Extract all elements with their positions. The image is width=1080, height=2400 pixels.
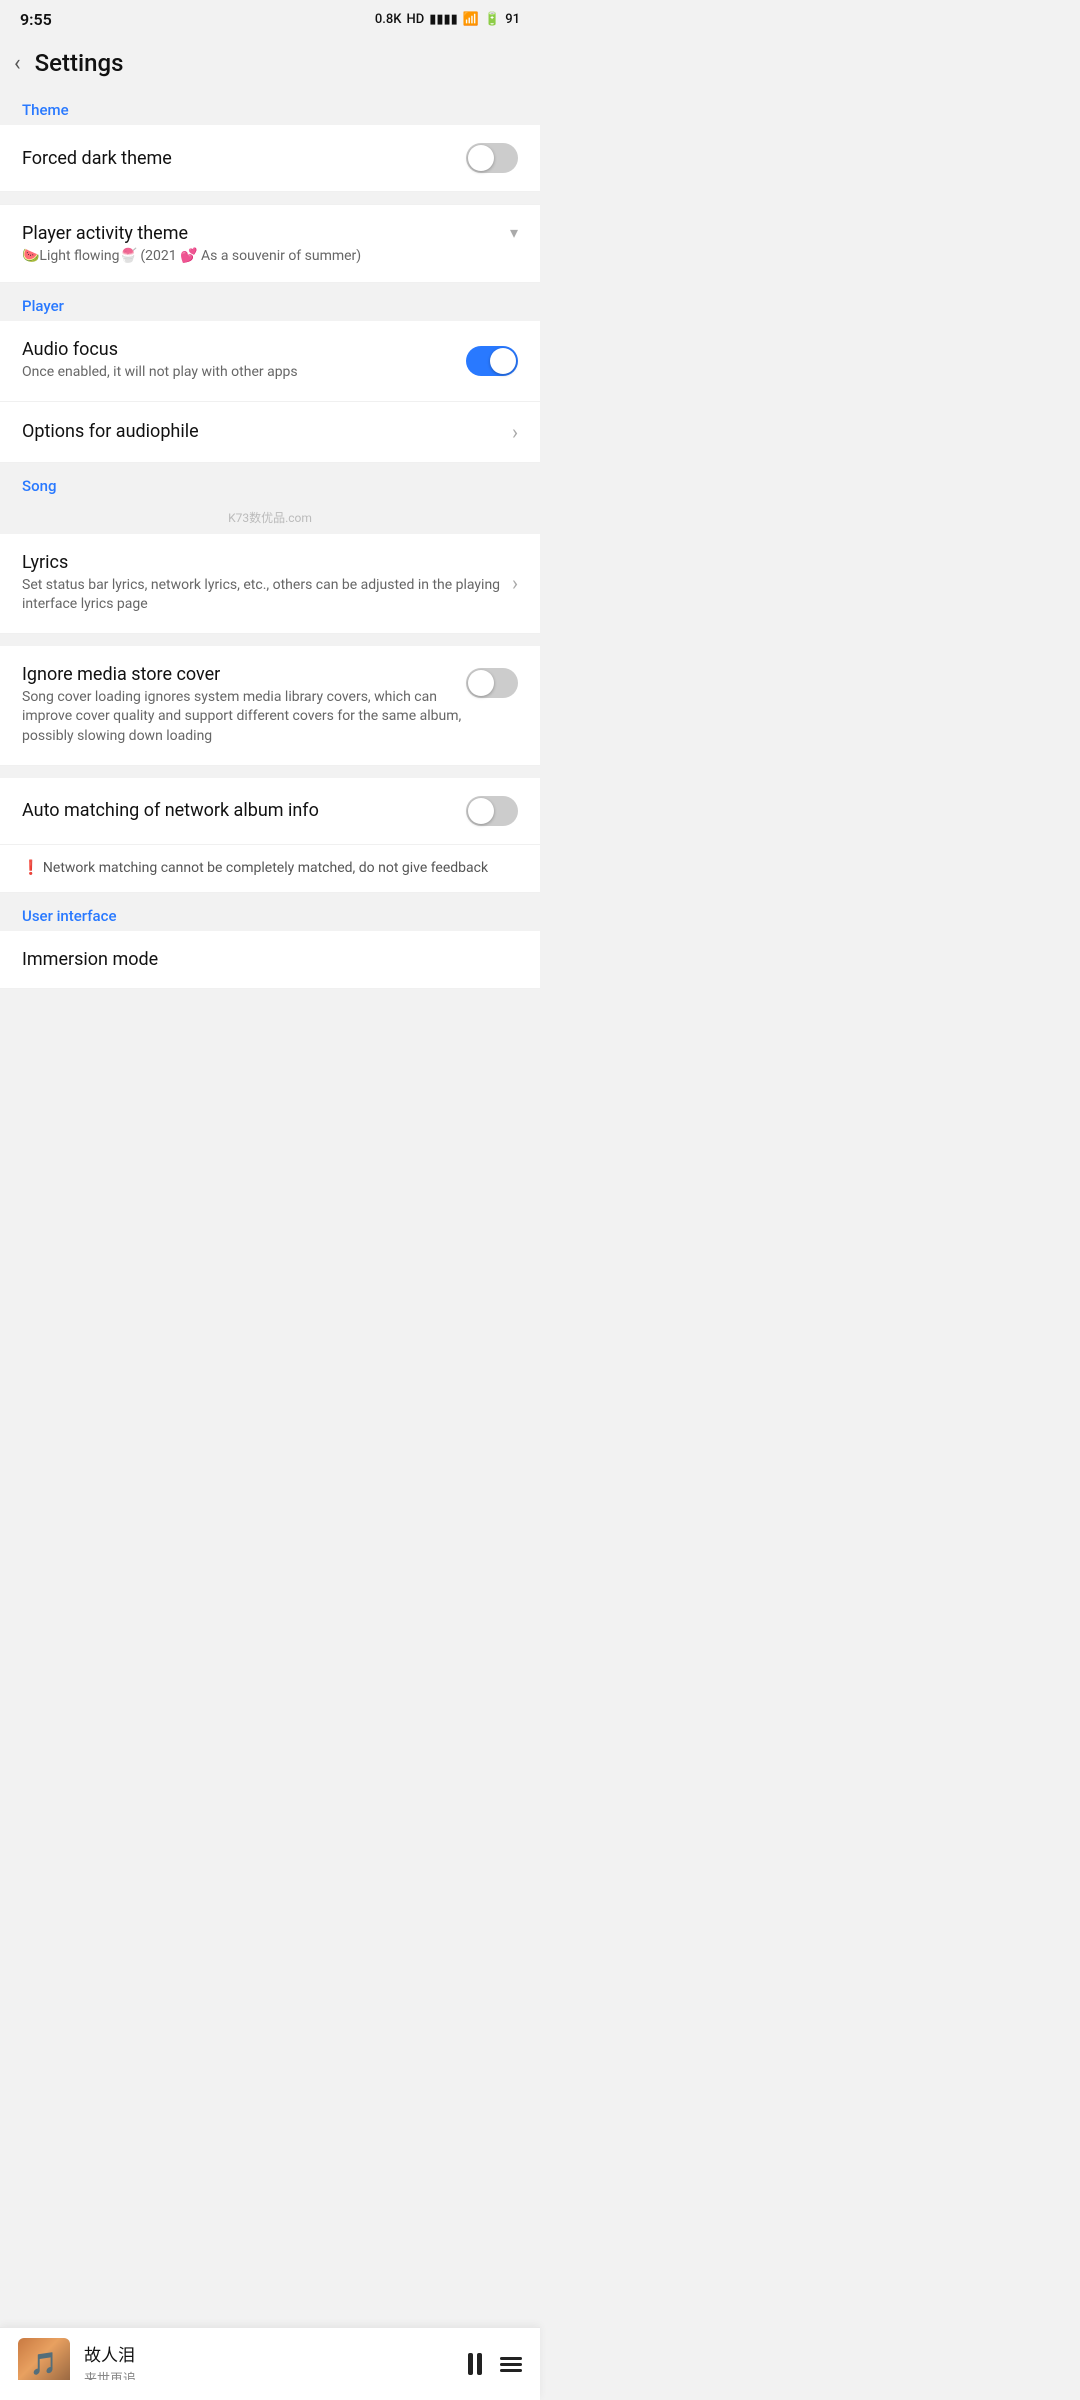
ignore-media-toggle[interactable] bbox=[466, 668, 518, 698]
player-activity-theme-subtitle: 🍉Light flowing🍧 (2021 💕 As a souvenir of… bbox=[22, 248, 504, 264]
list-bar-1 bbox=[500, 2357, 522, 2360]
watermark: K73数优品.com bbox=[0, 501, 540, 534]
divider-1 bbox=[0, 192, 540, 204]
audio-focus-row[interactable]: Audio focus Once enabled, it will not pl… bbox=[0, 321, 540, 402]
auto-matching-content: Auto matching of network album info bbox=[22, 800, 466, 821]
lyrics-subtitle: Set status bar lyrics, network lyrics, e… bbox=[22, 576, 512, 615]
toggle-knob-media bbox=[468, 670, 494, 696]
immersion-mode-title: Immersion mode bbox=[22, 949, 518, 970]
lyrics-row[interactable]: Lyrics Set status bar lyrics, network ly… bbox=[0, 534, 540, 634]
wifi-icon: 📶 bbox=[463, 12, 479, 27]
mini-player-controls bbox=[468, 2353, 522, 2375]
player-activity-theme-title: Player activity theme bbox=[22, 223, 504, 244]
settings-content: Theme Forced dark theme Player activity … bbox=[0, 87, 540, 1069]
network-speed: 0.8K bbox=[375, 12, 402, 27]
mini-player-title: 故人泪 bbox=[84, 2341, 468, 2366]
playlist-button[interactable] bbox=[500, 2357, 522, 2372]
audiophile-row[interactable]: Options for audiophile › bbox=[0, 402, 540, 463]
lyrics-title: Lyrics bbox=[22, 552, 512, 573]
pause-button[interactable] bbox=[468, 2353, 482, 2375]
audiophile-title: Options for audiophile bbox=[22, 421, 512, 442]
divider-3 bbox=[0, 766, 540, 778]
network-warning-text: ❗ Network matching cannot be completely … bbox=[22, 859, 518, 879]
section-player-label: Player bbox=[0, 283, 540, 321]
ignore-media-content: Ignore media store cover Song cover load… bbox=[22, 664, 466, 747]
auto-matching-title: Auto matching of network album info bbox=[22, 800, 466, 821]
toggle-knob bbox=[468, 145, 494, 171]
section-ui-label: User interface bbox=[0, 893, 540, 931]
battery-level: 91 bbox=[505, 12, 520, 27]
warning-message: Network matching cannot be completely ma… bbox=[43, 860, 488, 876]
ignore-media-subtitle: Song cover loading ignores system media … bbox=[22, 688, 466, 747]
pause-bar-1 bbox=[468, 2353, 473, 2375]
audio-focus-title: Audio focus bbox=[22, 339, 466, 360]
auto-matching-toggle[interactable] bbox=[466, 796, 518, 826]
network-warning-row: ❗ Network matching cannot be completely … bbox=[0, 845, 540, 894]
page-title: Settings bbox=[35, 49, 124, 77]
audio-focus-toggle[interactable] bbox=[466, 346, 518, 376]
audiophile-content: Options for audiophile bbox=[22, 421, 512, 442]
ignore-media-row[interactable]: Ignore media store cover Song cover load… bbox=[0, 646, 540, 766]
immersion-mode-row[interactable]: Immersion mode bbox=[0, 931, 540, 989]
list-bar-2 bbox=[500, 2363, 522, 2366]
forced-dark-theme-title: Forced dark theme bbox=[22, 148, 466, 169]
warning-icon: ❗ bbox=[22, 860, 39, 876]
back-button[interactable]: ‹ bbox=[14, 51, 21, 76]
audio-focus-subtitle: Once enabled, it will not play with othe… bbox=[22, 363, 466, 383]
chevron-right-icon: › bbox=[512, 420, 518, 444]
chevron-down-icon: ▾ bbox=[510, 223, 518, 242]
hd-icon: HD bbox=[407, 12, 425, 27]
list-bar-3 bbox=[500, 2369, 522, 2372]
audio-focus-content: Audio focus Once enabled, it will not pl… bbox=[22, 339, 466, 383]
battery-icon: 🔋 bbox=[484, 12, 500, 27]
immersion-mode-content: Immersion mode bbox=[22, 949, 518, 970]
chevron-right-lyrics-icon: › bbox=[512, 571, 518, 595]
section-song-label: Song bbox=[0, 463, 540, 501]
divider-2 bbox=[0, 634, 540, 646]
toggle-knob-auto bbox=[468, 798, 494, 824]
auto-matching-row[interactable]: Auto matching of network album info bbox=[0, 778, 540, 845]
status-bar: 9:55 0.8K HD ▮▮▮▮ 📶 🔋 91 bbox=[0, 0, 540, 35]
player-activity-theme-content: Player activity theme 🍉Light flowing🍧 (2… bbox=[22, 223, 504, 264]
status-time: 9:55 bbox=[20, 10, 52, 29]
forced-dark-theme-content: Forced dark theme bbox=[22, 148, 466, 169]
header: ‹ Settings bbox=[0, 35, 540, 87]
forced-dark-theme-toggle[interactable] bbox=[466, 143, 518, 173]
toggle-knob-audio bbox=[490, 348, 516, 374]
ignore-media-title: Ignore media store cover bbox=[22, 664, 466, 685]
lyrics-content: Lyrics Set status bar lyrics, network ly… bbox=[22, 552, 512, 615]
pause-bar-2 bbox=[477, 2353, 482, 2375]
album-art-emoji: 🎵 bbox=[30, 2352, 57, 2377]
section-theme-label: Theme bbox=[0, 87, 540, 125]
signal-icon: ▮▮▮▮ bbox=[429, 12, 458, 27]
forced-dark-theme-row[interactable]: Forced dark theme bbox=[0, 125, 540, 192]
status-icons: 0.8K HD ▮▮▮▮ 📶 🔋 91 bbox=[375, 12, 520, 27]
home-indicator bbox=[0, 2380, 540, 2400]
player-activity-theme-row[interactable]: Player activity theme 🍉Light flowing🍧 (2… bbox=[0, 204, 540, 283]
